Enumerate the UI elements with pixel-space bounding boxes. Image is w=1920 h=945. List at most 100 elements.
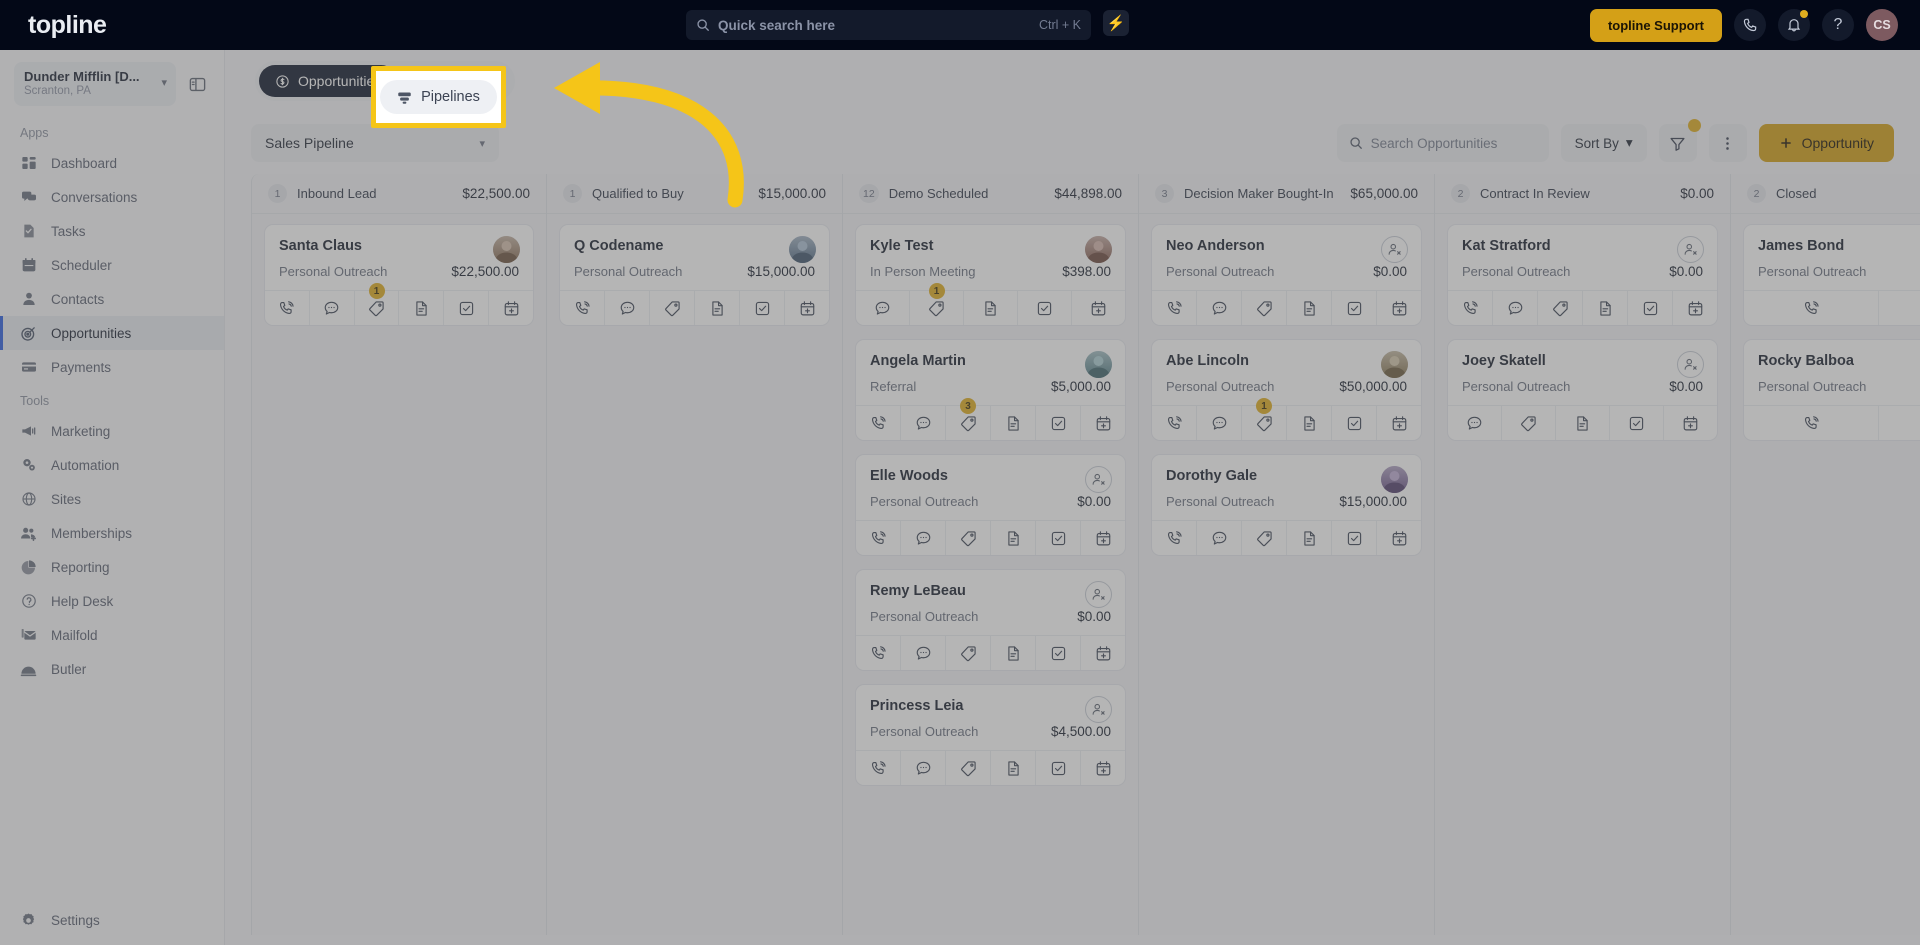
phone-action[interactable] <box>856 636 901 670</box>
calendar-plus-action[interactable] <box>1081 406 1125 440</box>
document-action[interactable] <box>1287 291 1332 325</box>
opportunity-card[interactable]: Rocky Balboa Personal Outreach <box>1743 339 1920 441</box>
document-action[interactable] <box>399 291 445 325</box>
opportunity-card[interactable]: Angela Martin Referral $5,000.00 3 <box>855 339 1126 441</box>
chat-bubble-action[interactable] <box>1879 406 1920 440</box>
opportunity-card[interactable]: Neo Anderson Personal Outreach $0.00 <box>1151 224 1422 326</box>
chat-bubble-action[interactable] <box>901 521 946 555</box>
chat-bubble-action[interactable] <box>310 291 355 325</box>
sidebar-item-contacts[interactable]: Contacts <box>0 282 224 316</box>
opportunity-card[interactable]: Kat Stratford Personal Outreach $0.00 <box>1447 224 1718 326</box>
kanban-column[interactable]: 2 Closed James Bond Personal Outreach Roc… <box>1731 174 1920 935</box>
document-action[interactable] <box>991 406 1036 440</box>
kanban-column[interactable]: 1 Inbound Lead $22,500.00 Santa Claus Pers… <box>251 174 547 935</box>
chat-bubble-action[interactable] <box>605 291 650 325</box>
opportunity-card[interactable]: Dorothy Gale Personal Outreach $15,000.0… <box>1151 454 1422 556</box>
sidebar-item-reporting[interactable]: Reporting <box>0 550 224 584</box>
checkbox-action[interactable] <box>1036 636 1081 670</box>
phone-action[interactable] <box>1744 406 1879 440</box>
checkbox-action[interactable] <box>1018 291 1072 325</box>
checkbox-action[interactable] <box>1628 291 1673 325</box>
phone-icon[interactable] <box>1734 9 1766 41</box>
calendar-plus-action[interactable] <box>1377 521 1421 555</box>
tag-action[interactable] <box>946 751 991 785</box>
more-options-button[interactable] <box>1708 124 1747 162</box>
phone-action[interactable] <box>1744 291 1879 325</box>
add-opportunity-button[interactable]: Opportunity <box>1758 124 1894 162</box>
kanban-column[interactable]: 3 Decision Maker Bought-In $65,000.00 Neo … <box>1139 174 1435 935</box>
tag-action[interactable]: 1 <box>910 283 964 325</box>
chat-bubble-action[interactable] <box>1448 406 1502 440</box>
quick-search-input[interactable]: Quick search here Ctrl + K <box>685 10 1091 40</box>
document-action[interactable] <box>695 291 740 325</box>
document-action[interactable] <box>964 291 1018 325</box>
sidebar-item-scheduler[interactable]: Scheduler <box>0 248 224 282</box>
sidebar-item-conversations[interactable]: Conversations <box>0 180 224 214</box>
chat-bubble-action[interactable] <box>901 406 946 440</box>
tag-action[interactable] <box>1502 406 1556 440</box>
tag-action[interactable] <box>946 521 991 555</box>
checkbox-action[interactable] <box>1610 406 1664 440</box>
tag-action[interactable] <box>1242 521 1287 555</box>
calendar-plus-action[interactable] <box>1081 636 1125 670</box>
calendar-plus-action[interactable] <box>1664 406 1717 440</box>
bell-icon[interactable] <box>1778 9 1810 41</box>
calendar-plus-action[interactable] <box>489 291 533 325</box>
sidebar-item-automation[interactable]: Automation <box>0 448 224 482</box>
sidebar-item-dashboard[interactable]: Dashboard <box>0 146 224 180</box>
calendar-plus-action[interactable] <box>1673 291 1717 325</box>
pipeline-select[interactable]: Sales Pipeline ▾ <box>251 124 499 162</box>
kanban-column[interactable]: 1 Qualified to Buy $15,000.00 Q Codename P… <box>547 174 843 935</box>
checkbox-action[interactable] <box>740 291 785 325</box>
chat-bubble-action[interactable] <box>1197 291 1242 325</box>
location-selector[interactable]: Dunder Mifflin [D... Scranton, PA ▾ <box>14 62 176 106</box>
phone-action[interactable] <box>265 291 310 325</box>
calendar-plus-action[interactable] <box>785 291 829 325</box>
opportunity-card[interactable]: Kyle Test In Person Meeting $398.00 1 <box>855 224 1126 326</box>
phone-action[interactable] <box>1152 521 1197 555</box>
tag-action[interactable] <box>650 291 695 325</box>
sidebar-item-help-desk[interactable]: Help Desk <box>0 584 224 618</box>
chat-bubble-action[interactable] <box>856 291 910 325</box>
phone-action[interactable] <box>1152 406 1197 440</box>
document-action[interactable] <box>991 521 1036 555</box>
document-action[interactable] <box>1287 521 1332 555</box>
checkbox-action[interactable] <box>1036 751 1081 785</box>
filter-button[interactable] <box>1658 119 1701 162</box>
calendar-plus-action[interactable] <box>1072 291 1125 325</box>
search-opportunities-input[interactable]: Search Opportunities <box>1336 124 1549 162</box>
checkbox-action[interactable] <box>1036 521 1081 555</box>
opportunity-card[interactable]: Abe Lincoln Personal Outreach $50,000.00… <box>1151 339 1422 441</box>
phone-action[interactable] <box>1448 291 1493 325</box>
user-avatar[interactable]: CS <box>1866 9 1898 41</box>
sidebar-item-sites[interactable]: Sites <box>0 482 224 516</box>
checkbox-action[interactable] <box>1332 406 1377 440</box>
tag-action[interactable] <box>1242 291 1287 325</box>
highlighted-pipelines-tab[interactable]: Pipelines <box>380 80 497 114</box>
sidebar-item-memberships[interactable]: Memberships <box>0 516 224 550</box>
question-mark-icon[interactable]: ? <box>1822 9 1854 41</box>
lightning-bolt-icon[interactable]: ⚡ <box>1102 10 1129 36</box>
sidebar-item-tasks[interactable]: Tasks <box>0 214 224 248</box>
checkbox-action[interactable] <box>444 291 490 325</box>
sidebar-item-opportunities[interactable]: Opportunities <box>0 316 224 350</box>
phone-action[interactable] <box>856 406 901 440</box>
opportunity-card[interactable]: James Bond Personal Outreach <box>1743 224 1920 326</box>
chat-bubble-action[interactable] <box>1493 291 1538 325</box>
chat-bubble-action[interactable] <box>1879 291 1920 325</box>
opportunity-card[interactable]: Remy LeBeau Personal Outreach $0.00 <box>855 569 1126 671</box>
kanban-column[interactable]: 2 Contract In Review $0.00 Kat Stratford P… <box>1435 174 1731 935</box>
kanban-column[interactable]: 12 Demo Scheduled $44,898.00 Kyle Test In … <box>843 174 1139 935</box>
phone-action[interactable] <box>560 291 605 325</box>
tag-action[interactable] <box>946 636 991 670</box>
panel-toggle-icon[interactable] <box>184 71 210 97</box>
checkbox-action[interactable] <box>1036 406 1081 440</box>
chat-bubble-action[interactable] <box>1197 406 1242 440</box>
calendar-plus-action[interactable] <box>1377 406 1421 440</box>
sidebar-item-mailfold[interactable]: Mailfold <box>0 618 224 652</box>
opportunity-card[interactable]: Joey Skatell Personal Outreach $0.00 <box>1447 339 1718 441</box>
document-action[interactable] <box>991 751 1036 785</box>
calendar-plus-action[interactable] <box>1377 291 1421 325</box>
opportunity-card[interactable]: Elle Woods Personal Outreach $0.00 <box>855 454 1126 556</box>
sidebar-item-payments[interactable]: Payments <box>0 350 224 384</box>
